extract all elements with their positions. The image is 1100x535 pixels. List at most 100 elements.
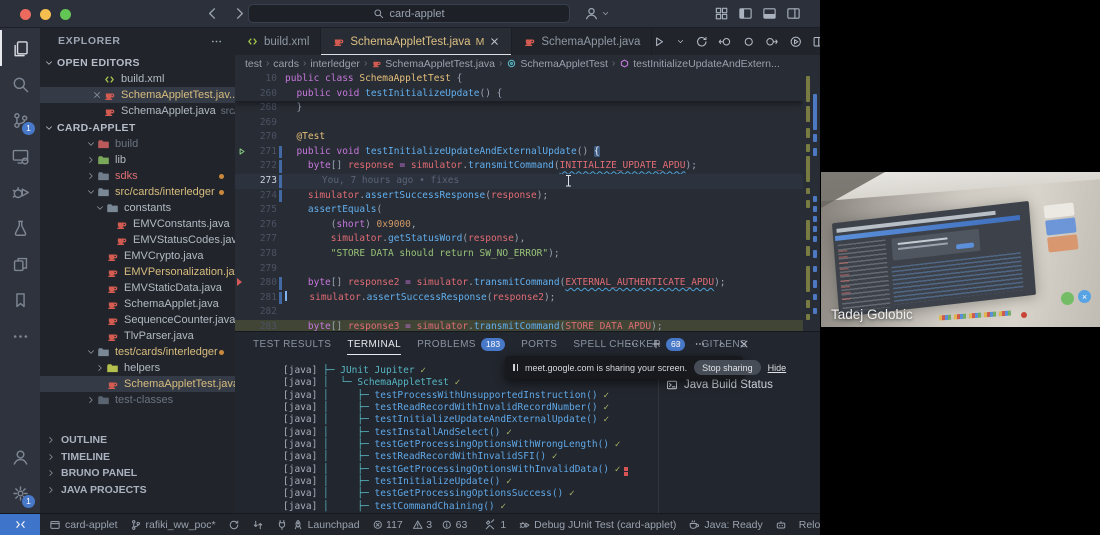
- code-line[interactable]: 270 @Test: [235, 130, 803, 145]
- sidebar-section-timeline[interactable]: TIMELINE: [40, 449, 235, 466]
- activity-bar-item-remote-explorer[interactable]: [0, 138, 40, 174]
- sidebar-section-outline[interactable]: OUTLINE: [40, 432, 235, 449]
- code-line[interactable]: 282: [235, 305, 803, 320]
- activity-bar-item-bookmarks[interactable]: [0, 282, 40, 318]
- tree-item[interactable]: TlvParser.java: [40, 328, 235, 344]
- test-name[interactable]: testGetProcessingOptionsWithWrongLength(…: [375, 439, 610, 450]
- open-editor-item[interactable]: build.xml: [40, 71, 235, 87]
- activity-bar-item-references[interactable]: [0, 246, 40, 282]
- zoom-window-button[interactable]: [60, 8, 71, 20]
- code-line[interactable]: 283 byte[] response3 = simulator.transmi…: [235, 319, 803, 331]
- code-editor[interactable]: 268 } 269 270 @Test 271 public void testIni…: [235, 72, 820, 331]
- tree-item[interactable]: lib: [40, 152, 235, 168]
- sticky-line[interactable]: 10 public class SchemaAppletTest {: [235, 72, 803, 87]
- tree-item[interactable]: build: [40, 136, 235, 152]
- profiles-menu[interactable]: [584, 6, 610, 21]
- code-line[interactable]: 272 byte[] response = simulator.transmit…: [235, 159, 803, 174]
- nav-back-icon[interactable]: [205, 6, 220, 21]
- code-line[interactable]: 278 "STORE DATA should return SW_NO_ERRO…: [235, 247, 803, 262]
- close-window-button[interactable]: [20, 8, 31, 20]
- test-name[interactable]: SchemaAppletTest: [357, 377, 449, 388]
- status-item-launchpad[interactable]: Launchpad: [276, 519, 360, 531]
- split-button[interactable]: [812, 35, 820, 49]
- code-line[interactable]: 274 simulator.assertSuccessResponse(resp…: [235, 189, 803, 204]
- plus-button[interactable]: [650, 338, 662, 350]
- activity-bar-item-accounts[interactable]: [0, 439, 40, 475]
- code-line[interactable]: 281 simulator.assertSuccessResponse(resp…: [235, 291, 803, 306]
- test-name[interactable]: testReadRecordWithInvalidSFI(): [375, 451, 547, 462]
- tree-item[interactable]: helpers: [40, 360, 235, 376]
- test-name[interactable]: JUnit Jupiter: [340, 365, 414, 376]
- activity-bar-item-source-control[interactable]: 1: [0, 102, 40, 138]
- panel-right-button[interactable]: [786, 6, 801, 21]
- open-editors-header[interactable]: OPEN EDITORS: [40, 54, 235, 71]
- activity-bar-item-settings[interactable]: 1: [0, 475, 40, 511]
- minimize-window-button[interactable]: [40, 8, 51, 20]
- more-button[interactable]: [627, 338, 639, 350]
- sticky-line[interactable]: 260 public void testInitializeUpdate() {: [235, 87, 803, 102]
- code-line[interactable]: 275 assertEquals(: [235, 203, 803, 218]
- activity-bar-item-more[interactable]: [0, 318, 40, 354]
- project-section-header[interactable]: CARD-APPLET: [40, 119, 235, 136]
- tree-item[interactable]: constants: [40, 200, 235, 216]
- activity-bar-item-testing[interactable]: [0, 210, 40, 246]
- code-line[interactable]: 271 public void testInitializeUpdateAndE…: [235, 145, 803, 160]
- test-name[interactable]: testGetProcessingOptionsWithInvalidData(…: [375, 464, 610, 475]
- tab-build-xml[interactable]: build.xml: [235, 28, 322, 55]
- more-actions-icon[interactable]: [210, 35, 223, 48]
- close-button[interactable]: [738, 338, 750, 350]
- tab-schemaapplet-java[interactable]: SchemaApplet.java: [512, 28, 653, 55]
- forward-circle-button[interactable]: [765, 35, 779, 49]
- tree-item[interactable]: EMVStaticData.java: [40, 280, 235, 296]
- panel-tab-terminal[interactable]: TERMINAL: [347, 339, 401, 355]
- status-item-sync[interactable]: [228, 519, 240, 531]
- code-line[interactable]: 269: [235, 116, 803, 131]
- panel-bottom-button[interactable]: [762, 6, 777, 21]
- status-item-reload[interactable]: Reload: [799, 519, 820, 531]
- breadcrumb-item[interactable]: interledger: [310, 58, 360, 70]
- panel-tab-problems[interactable]: PROBLEMS 183: [417, 337, 506, 351]
- sync-button[interactable]: [695, 35, 709, 49]
- tree-item[interactable]: EMVPersonalization.java1: [40, 264, 235, 280]
- activity-bar-item-run-and-debug[interactable]: [0, 174, 40, 210]
- command-center-search[interactable]: card-applet: [248, 4, 570, 23]
- test-name[interactable]: testProcessWithUnsupportedInstruction(): [375, 390, 598, 401]
- activity-bar-item-explorer[interactable]: [0, 30, 40, 66]
- tree-item[interactable]: EMVStatusCodes.java: [40, 232, 235, 248]
- minimap[interactable]: [803, 72, 820, 331]
- hide-toast-link[interactable]: Hide: [768, 363, 787, 373]
- chevron-down-button[interactable]: [676, 37, 685, 46]
- tree-item[interactable]: test-classes: [40, 392, 235, 408]
- breadcrumb-item[interactable]: SchemaAppletTest.java: [371, 58, 495, 70]
- more-button[interactable]: [694, 338, 706, 350]
- status-item-tasks[interactable]: 1: [484, 519, 506, 531]
- panel-tab-ports[interactable]: PORTS: [521, 339, 557, 350]
- status-item-workspace[interactable]: card-applet: [49, 519, 118, 531]
- tree-item[interactable]: src/cards/interledger: [40, 184, 235, 200]
- tree-item[interactable]: sdks: [40, 168, 235, 184]
- breadcrumb-item[interactable]: test: [245, 58, 262, 70]
- panel-left-button[interactable]: [738, 6, 753, 21]
- status-item-java-status[interactable]: Java: Ready: [688, 519, 763, 531]
- panel-tab-test-results[interactable]: TEST RESULTS: [253, 339, 331, 350]
- test-name[interactable]: testGetProcessingOptionsSuccess(): [375, 488, 564, 499]
- status-item-problems[interactable]: 117 3 63: [372, 519, 473, 531]
- back-circle-button[interactable]: [718, 35, 732, 49]
- tab-schemaapplettest-java[interactable]: SchemaAppletTest.java M: [321, 28, 513, 55]
- dot-circle-button[interactable]: [742, 35, 756, 49]
- status-item-compare[interactable]: [252, 519, 264, 531]
- tree-item[interactable]: SchemaApplet.java: [40, 296, 235, 312]
- close-tab-icon[interactable]: [489, 36, 500, 47]
- close-editor-icon[interactable]: [92, 90, 103, 100]
- video-call-tile[interactable]: × Tadej Golobic: [821, 172, 1100, 327]
- activity-bar-item-search[interactable]: [0, 66, 40, 102]
- chevron-down-button[interactable]: [673, 339, 683, 349]
- nav-forward-icon[interactable]: [232, 6, 247, 21]
- layout-grid-button[interactable]: [714, 6, 729, 21]
- tree-item[interactable]: EMVConstants.java: [40, 216, 235, 232]
- sidebar-section-bruno-panel[interactable]: BRUNO PANEL: [40, 465, 235, 482]
- code-line[interactable]: 279: [235, 262, 803, 277]
- tree-item[interactable]: SchemaAppletTest.javaM: [40, 376, 235, 392]
- tree-item[interactable]: test/cards/interledger: [40, 344, 235, 360]
- test-name[interactable]: testInstallAndSelect(): [375, 427, 501, 438]
